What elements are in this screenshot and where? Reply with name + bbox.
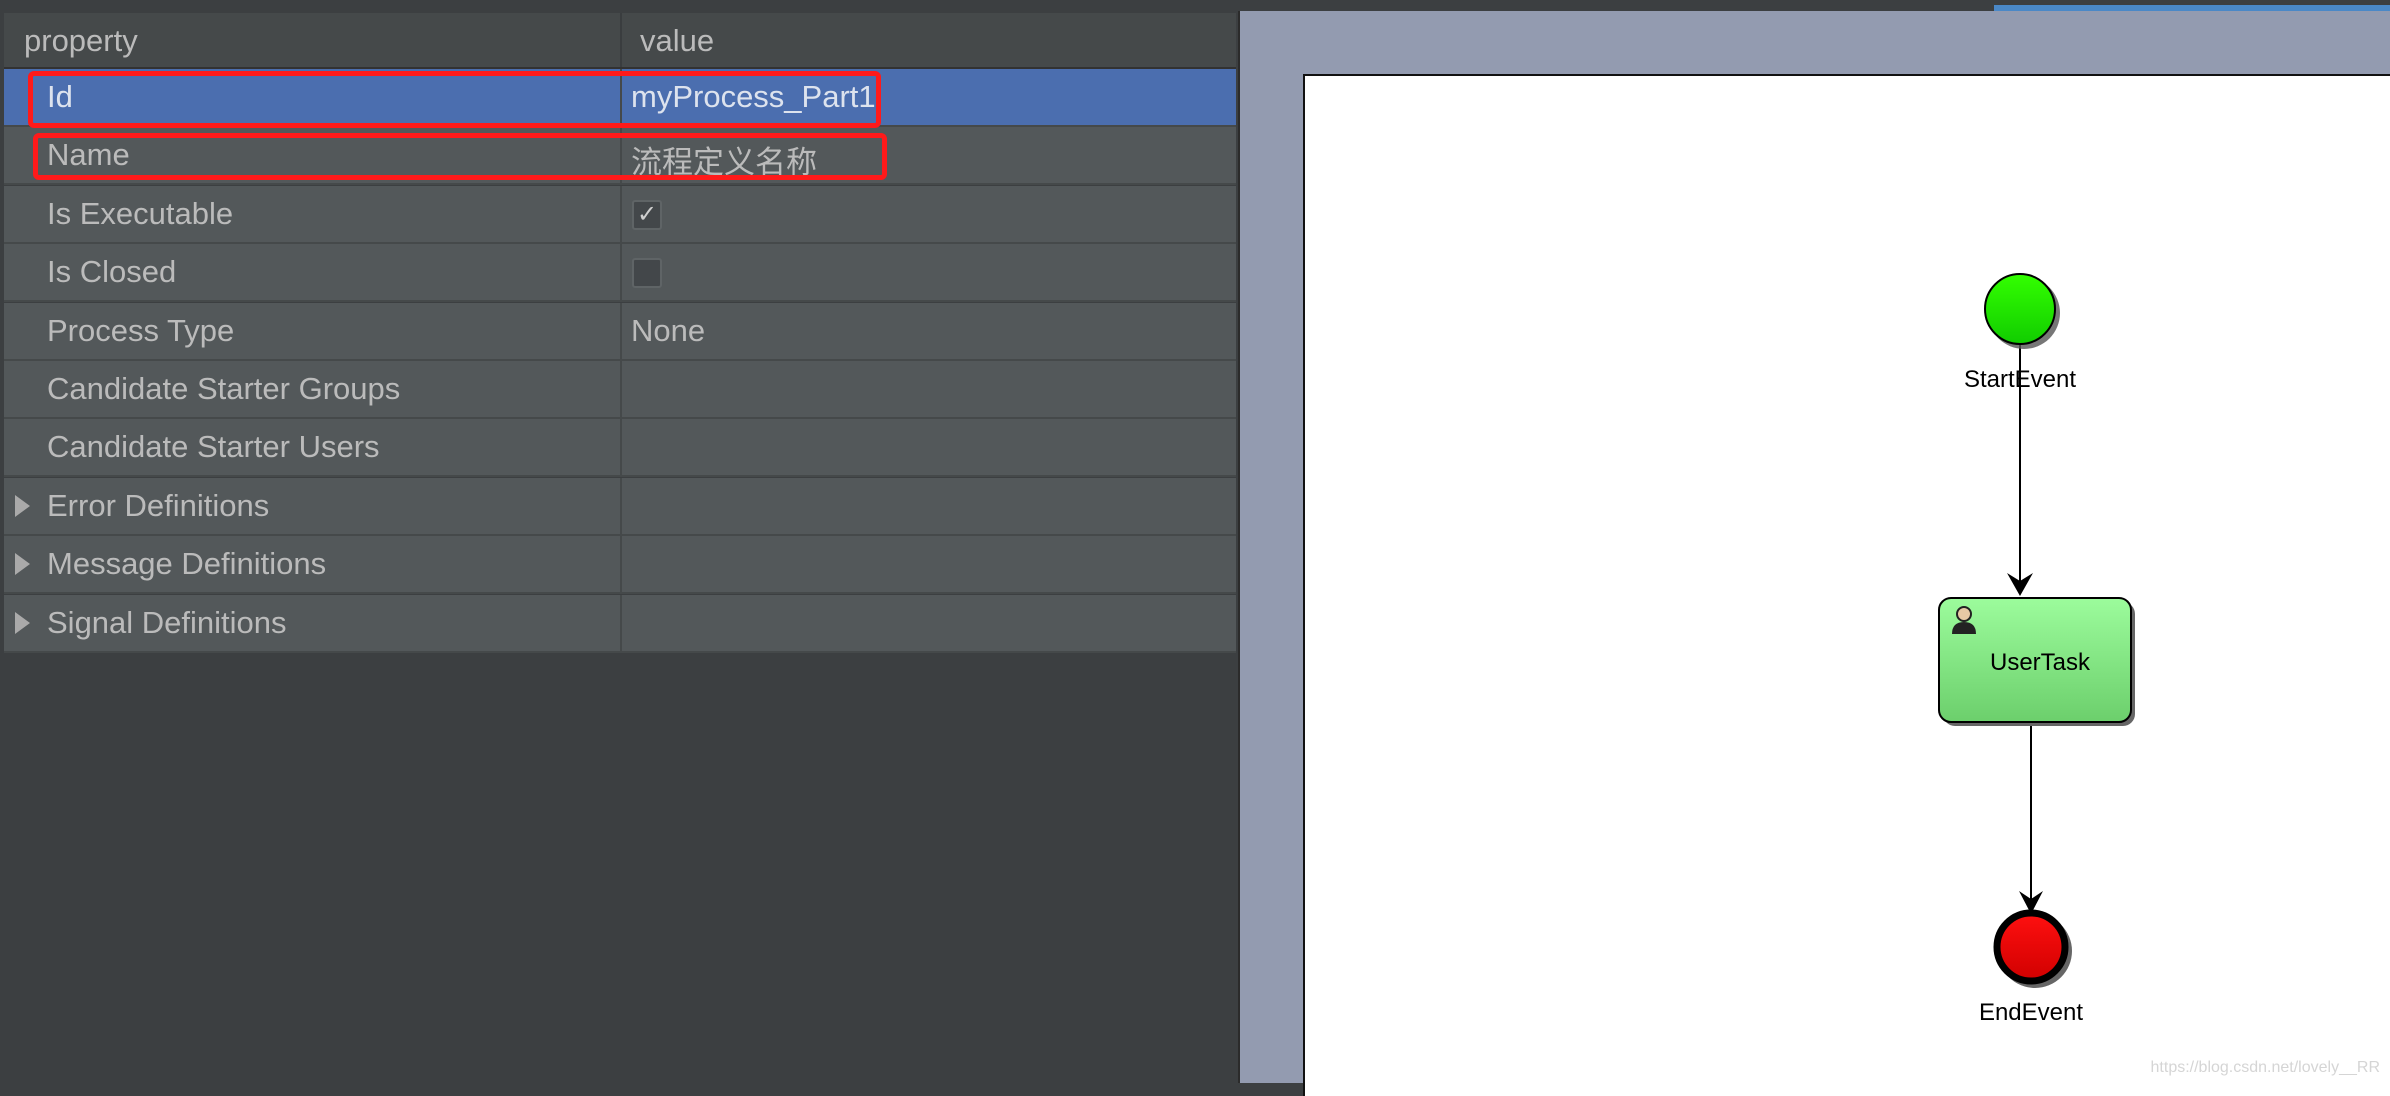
property-row[interactable]: Candidate Starter Users (4, 419, 1236, 478)
bpmn-diagram: StartEvent UserTask EndEvent (1938, 273, 2135, 1026)
column-divider (620, 594, 622, 651)
column-divider (620, 477, 622, 534)
property-name: Candidate Starter Users (47, 429, 380, 465)
property-name: Process Type (47, 312, 235, 348)
highlight-box-id (28, 71, 881, 128)
expand-triangle-icon[interactable] (15, 553, 30, 576)
property-name: Message Definitions (47, 546, 327, 582)
property-row[interactable]: Message Definitions (4, 536, 1236, 595)
expand-triangle-icon[interactable] (15, 611, 30, 634)
diagram-canvas[interactable]: StartEvent UserTask EndEvent (1303, 74, 2390, 1096)
property-row[interactable]: Error Definitions (4, 477, 1236, 536)
property-row[interactable]: Signal Definitions (4, 594, 1236, 653)
property-row[interactable]: Candidate Starter Groups (4, 361, 1236, 419)
property-name: Error Definitions (47, 487, 270, 523)
property-row[interactable]: Process Type None (4, 302, 1236, 361)
end-event[interactable]: EndEvent (1979, 909, 2083, 1026)
property-row[interactable]: Is Closed (4, 244, 1236, 303)
checkbox[interactable]: ✓ (632, 199, 662, 230)
column-divider (620, 361, 622, 417)
highlight-box-name (33, 133, 887, 180)
header-property[interactable]: property (24, 23, 138, 59)
user-task-label: UserTask (1990, 649, 2091, 676)
column-divider (620, 536, 622, 593)
property-name: Is Executable (47, 195, 234, 231)
column-divider[interactable] (620, 13, 622, 67)
column-divider (620, 244, 622, 301)
start-event-label: StartEvent (1964, 366, 2076, 393)
property-name: Candidate Starter Groups (47, 371, 401, 406)
property-row[interactable]: Is Executable ✓ (4, 185, 1236, 244)
property-name: Signal Definitions (47, 604, 287, 640)
column-divider (620, 185, 622, 242)
property-name: Is Closed (47, 254, 177, 290)
start-event[interactable]: StartEvent (1964, 273, 2076, 393)
expand-triangle-icon[interactable] (15, 494, 30, 517)
diagram-area: StartEvent UserTask EndEvent https://blo… (1240, 11, 2390, 1096)
table-header: property value (4, 13, 1236, 69)
column-divider (620, 302, 622, 359)
user-task[interactable]: UserTask (1938, 597, 2135, 726)
checkbox[interactable] (632, 258, 662, 289)
watermark: https://blog.csdn.net/lovely__RR (2150, 1059, 2380, 1076)
property-value[interactable]: None (631, 313, 705, 349)
properties-panel: property value Id myProcess_Part1 Name 流程定义… (0, 11, 1240, 1083)
column-divider (620, 419, 622, 476)
end-event-label: EndEvent (1979, 999, 2083, 1026)
top-bar (0, 0, 2390, 11)
header-value[interactable]: value (640, 23, 714, 59)
edge-task-to-end[interactable] (2019, 712, 2043, 914)
